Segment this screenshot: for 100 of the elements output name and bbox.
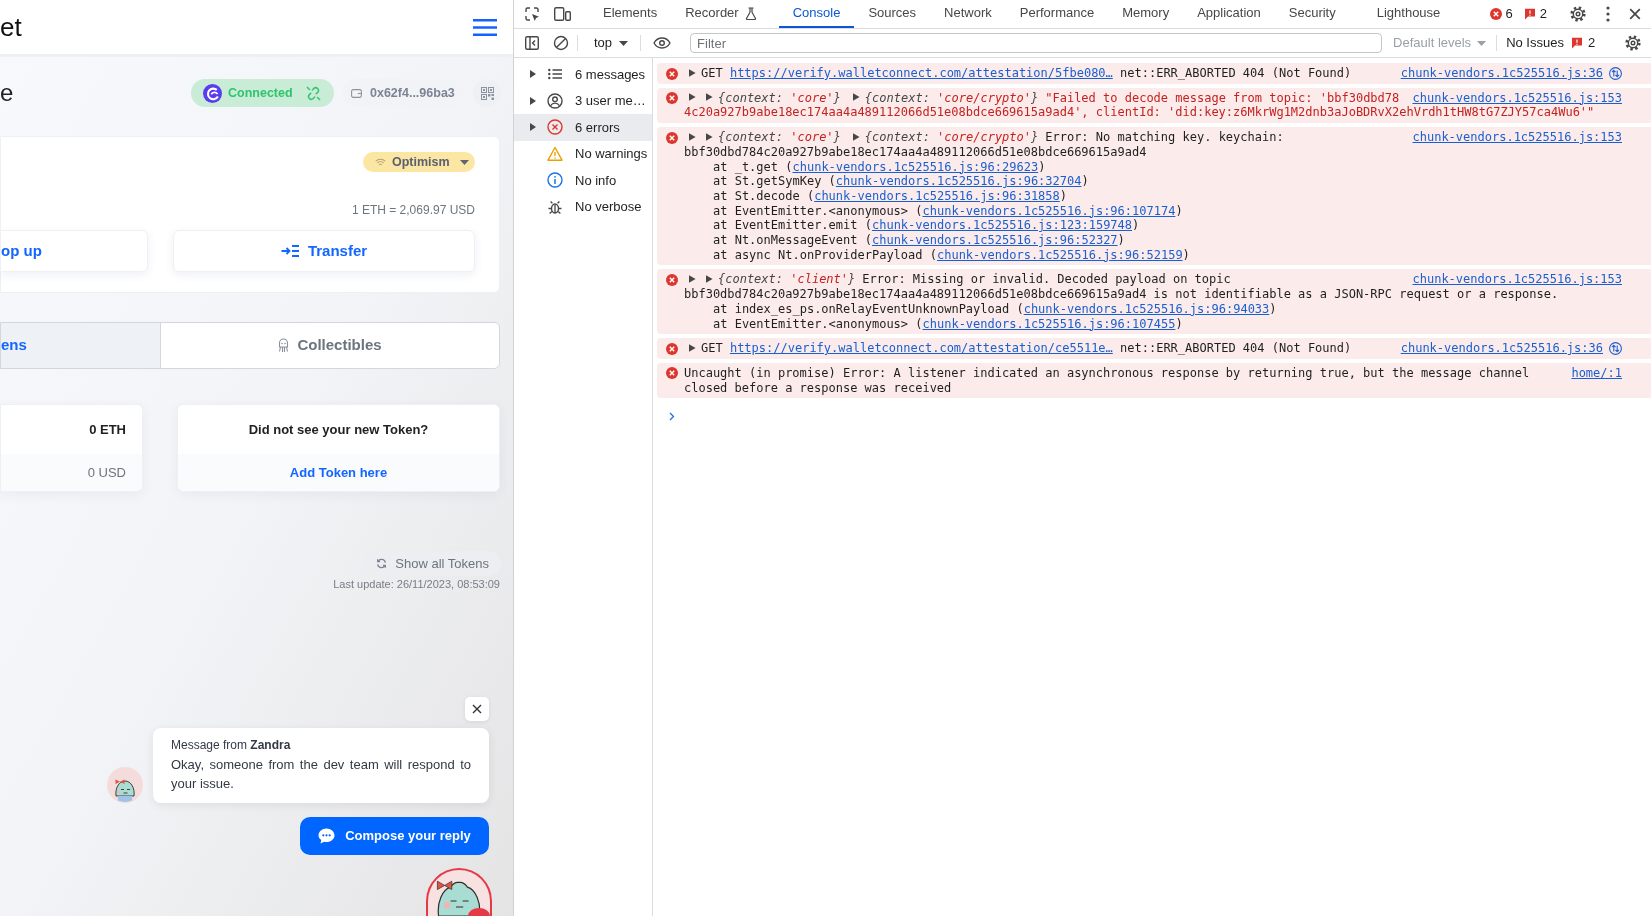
issue-flag-icon xyxy=(1523,8,1536,20)
add-token-prompt: Did not see your new Token? xyxy=(248,420,429,439)
issue-flag-icon xyxy=(1570,37,1583,49)
flask-icon xyxy=(744,6,757,20)
expand-arrow-icon[interactable] xyxy=(689,93,696,102)
stack-frame: at EventEmitter.<anonymous> (chunk-vendors.1c525516.js:96:107455) xyxy=(713,316,1183,331)
stack-link[interactable]: chunk-vendors.1c525516.js:96:32704 xyxy=(835,174,1082,189)
panel-tab[interactable]: Recorder xyxy=(671,0,779,28)
sidebar-item[interactable]: No info xyxy=(514,167,652,194)
stack-link[interactable]: chunk-vendors.1c525516.js:96:107174 xyxy=(922,203,1176,218)
expand-arrow-icon[interactable] xyxy=(689,343,696,352)
request-line: GET https://verify.walletconnect.com/attestation/ce5511e… net::ERR_ABORTED 404 (Not Found) xyxy=(701,341,1352,356)
device-icon[interactable] xyxy=(553,6,571,22)
expand-arrow-icon[interactable] xyxy=(706,93,713,102)
refresh-icon xyxy=(376,558,388,569)
expand-arrow-icon[interactable] xyxy=(706,132,713,141)
stack-frame: at index_es_ps.onRelayEventUnknownPayload (chunk-vendors.1c525516.js:96:94033) xyxy=(713,301,1277,316)
up-down-arrows-icon[interactable] xyxy=(1609,342,1622,356)
sidebar-item[interactable]: No warnings xyxy=(514,140,652,167)
signal-icon xyxy=(375,157,386,167)
message-text: bbf30dbd784c20a927b9abe18ec174aa4a489112066d51e08bdce669615a9ad4 xyxy=(684,144,1147,159)
menu-icon[interactable] xyxy=(473,18,497,36)
prompt-chevron-icon[interactable] xyxy=(669,412,675,422)
source-link[interactable]: chunk-vendors.1c525516.js:153 xyxy=(1412,272,1622,288)
exchange-rate: 1 ETH = 2,069.97 USD xyxy=(351,203,475,217)
stack-link[interactable]: chunk-vendors.1c525516.js:96:29623 xyxy=(792,159,1039,174)
avatar-icon xyxy=(107,767,143,803)
panel-tab[interactable]: Application xyxy=(1183,0,1275,28)
expand-arrow-icon[interactable] xyxy=(689,68,696,77)
expand-arrow-icon[interactable] xyxy=(689,132,696,141)
expand-arrow-icon[interactable] xyxy=(530,70,536,79)
panel-tab[interactable]: Elements xyxy=(589,0,672,28)
avatar-icon xyxy=(436,880,482,916)
tab[interactable]: ens xyxy=(1,323,161,368)
panel-tab[interactable]: Security xyxy=(1274,0,1350,28)
stack-link[interactable]: chunk-vendors.1c525516.js:96:52159 xyxy=(936,247,1183,262)
action-button[interactable]: op up xyxy=(0,230,148,272)
source-link[interactable]: chunk-vendors.1c525516.js:153 xyxy=(1412,130,1622,145)
close-icon[interactable] xyxy=(1629,8,1641,20)
url-link[interactable]: https://verify.walletconnect.com/attestation/5fbe080… xyxy=(729,66,1113,80)
context-selector[interactable]: top xyxy=(594,33,629,53)
panel-tab[interactable]: Performance xyxy=(1005,0,1109,28)
stack-frame: at async Nt.onProviderPayload (chunk-vendors.1c525516.js:96:52159) xyxy=(713,247,1190,262)
logo-icon xyxy=(203,83,222,103)
sidebar-item[interactable]: 6 errors xyxy=(514,114,652,141)
stack-link[interactable]: chunk-vendors.1c525516.js:96:94033 xyxy=(1023,301,1270,316)
panel-tab[interactable]: Memory xyxy=(1108,0,1184,28)
object-preview: {context: 'core'} xyxy=(718,90,841,105)
sidebar-item[interactable]: 3 user me… xyxy=(514,87,652,114)
network-selector[interactable]: Optimism xyxy=(363,152,475,172)
clear-icon[interactable] xyxy=(553,35,569,51)
expand-arrow-icon[interactable] xyxy=(852,93,860,102)
source-link[interactable]: home/:1 xyxy=(1571,365,1622,381)
wallet-icon xyxy=(351,88,362,98)
sidebar-item[interactable]: 6 messages xyxy=(514,61,652,88)
issues-count-button[interactable]: 2 xyxy=(1523,4,1547,24)
stack-link[interactable]: chunk-vendors.1c525516.js:123:159748 xyxy=(871,218,1133,233)
settings-icon[interactable] xyxy=(1624,34,1642,52)
action-button[interactable]: Transfer xyxy=(173,230,475,272)
qr-code-icon xyxy=(480,86,494,100)
filter-field[interactable]: Filter xyxy=(690,33,1383,53)
compose-reply-button[interactable]: Compose your reply xyxy=(300,817,489,855)
more-icon[interactable] xyxy=(1606,6,1610,22)
sidebar-toggle-icon[interactable] xyxy=(524,35,540,51)
error-icon xyxy=(666,131,678,144)
object-preview: {context: 'core/crypto'} xyxy=(864,90,1039,105)
inspect-icon[interactable] xyxy=(524,6,540,22)
source-link[interactable]: chunk-vendors.1c525516.js:153 xyxy=(1412,90,1622,106)
object-preview: {context: 'core'} xyxy=(718,130,841,145)
add-token-link[interactable]: Add Token here xyxy=(289,462,388,483)
stack-link[interactable]: chunk-vendors.1c525516.js:96:52327 xyxy=(871,233,1118,248)
stack-frame: at EventEmitter.<anonymous> (chunk-vendors.1c525516.js:96:107174) xyxy=(713,203,1183,218)
up-down-arrows-icon[interactable] xyxy=(1609,66,1622,80)
panel-tab[interactable]: Console xyxy=(778,0,855,28)
expand-arrow-icon[interactable] xyxy=(530,123,536,132)
error-count-button[interactable]: 6 xyxy=(1489,4,1513,24)
eye-icon[interactable] xyxy=(653,37,672,49)
panel-tab[interactable]: Network xyxy=(930,0,1006,28)
close-chat-button[interactable] xyxy=(465,697,489,721)
request-line: GET https://verify.walletconnect.com/attestation/5fbe080… net::ERR_ABORTED 404 (Not Found) xyxy=(701,66,1352,80)
source-link[interactable]: chunk-vendors.1c525516.js:36 xyxy=(1400,341,1603,356)
tab[interactable]: Collectibles xyxy=(161,323,499,368)
panel-tab[interactable]: Lighthouse xyxy=(1362,0,1455,28)
panel-tab[interactable]: Sources xyxy=(854,0,931,28)
badge-icon xyxy=(468,908,490,916)
error-icon xyxy=(666,67,678,80)
stack-link[interactable]: chunk-vendors.1c525516.js:96:31858 xyxy=(814,188,1060,203)
source-link[interactable]: chunk-vendors.1c525516.js:36 xyxy=(1400,66,1603,81)
expand-arrow-icon[interactable] xyxy=(530,96,536,105)
chat-launcher-button[interactable] xyxy=(426,868,492,916)
url-link[interactable]: https://verify.walletconnect.com/attestation/ce5511e… xyxy=(729,341,1113,356)
expand-arrow-icon[interactable] xyxy=(852,132,860,141)
expand-arrow-icon[interactable] xyxy=(706,274,713,283)
chat-bubble-icon xyxy=(318,828,336,844)
sidebar-item[interactable]: No verbose xyxy=(514,193,652,220)
issues-button[interactable]: No Issues 2 xyxy=(1506,33,1596,53)
expand-arrow-icon[interactable] xyxy=(689,274,696,283)
settings-icon[interactable] xyxy=(1569,5,1587,23)
caret-down-icon xyxy=(459,159,469,165)
stack-link[interactable]: chunk-vendors.1c525516.js:96:107455 xyxy=(922,316,1176,331)
